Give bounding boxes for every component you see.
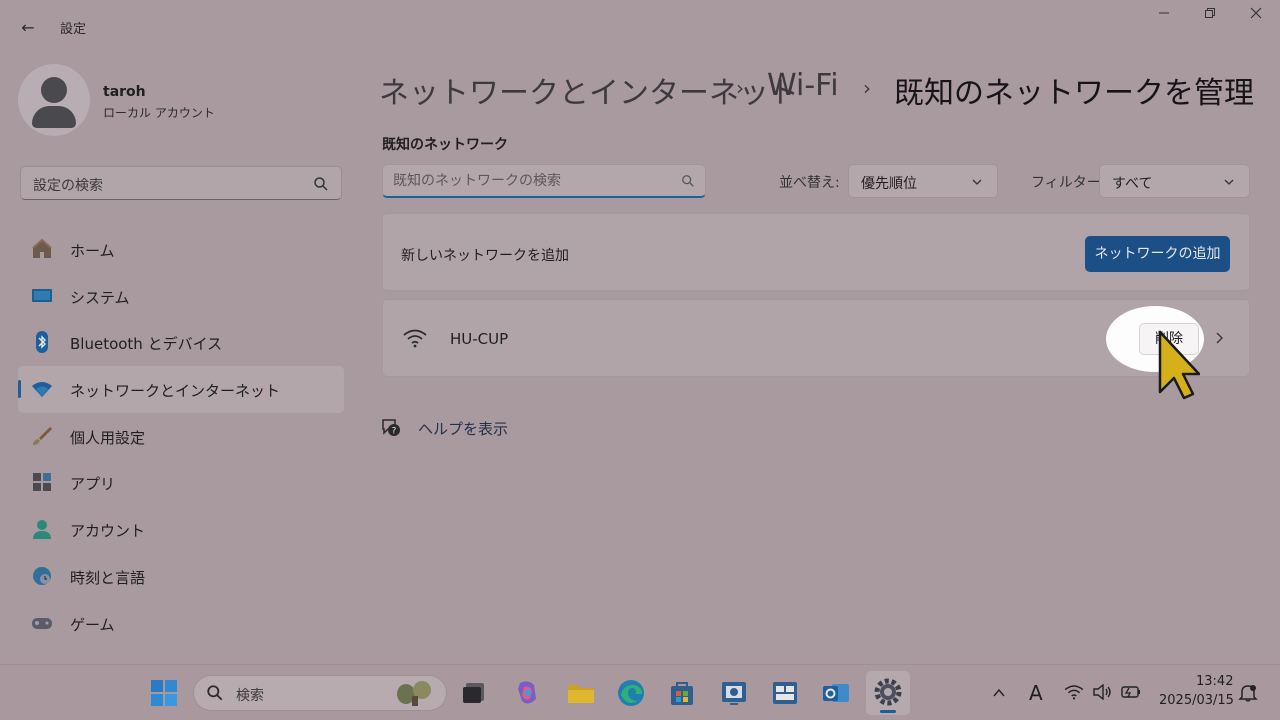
app-title: 設定	[60, 22, 87, 37]
sidebar-item-label: Bluetooth とデバイス	[70, 335, 223, 354]
filter-label: フィルター:	[1031, 175, 1106, 191]
chevron-up-icon[interactable]	[992, 687, 1006, 699]
add-network-text: 新しいネットワークを追加	[401, 248, 569, 264]
breadcrumb-item-wifi[interactable]: Wi-Fi	[767, 68, 839, 103]
sidebar-item-label: ネットワークとインターネット	[70, 382, 281, 401]
avatar-head	[41, 77, 67, 103]
help-text: ヘルプを表示	[418, 420, 509, 438]
sidebar-item-accounts[interactable]: アカウント	[18, 506, 344, 553]
sidebar-item-personalization[interactable]: 個人用設定	[18, 413, 344, 460]
chevron-down-icon	[972, 179, 982, 185]
brush-icon	[33, 426, 52, 445]
battery-icon[interactable]	[1120, 685, 1142, 699]
add-network-button[interactable]: ネットワークの追加	[1085, 236, 1230, 272]
sidebar-item-home[interactable]: ホーム	[18, 226, 344, 273]
search-icon	[207, 685, 223, 701]
settings-search-box[interactable]: 設定の検索	[20, 166, 342, 200]
wifi-icon	[32, 382, 52, 398]
breadcrumb-separator: ›	[736, 76, 744, 100]
close-button[interactable]	[1236, 6, 1276, 26]
avatar-body	[32, 106, 76, 128]
search-highlight-icon	[397, 681, 431, 706]
chevron-right-icon[interactable]	[1213, 331, 1225, 345]
account-icon	[33, 520, 51, 540]
sidebar-item-label: アプリ	[70, 475, 116, 494]
filter-value: すべて	[1112, 176, 1153, 192]
sort-value: 優先順位	[861, 176, 917, 192]
restore-button[interactable]	[1190, 6, 1230, 26]
sidebar-item-label: 個人用設定	[70, 428, 146, 447]
store-icon[interactable]	[666, 677, 698, 709]
sidebar-item-network[interactable]: ネットワークとインターネット	[18, 366, 344, 413]
bluetooth-icon	[36, 331, 48, 354]
app-icon-panel[interactable]	[769, 677, 801, 709]
task-view-icon[interactable]	[458, 677, 490, 709]
edge-icon[interactable]	[615, 677, 647, 709]
taskbar-search[interactable]: 検索	[193, 675, 447, 711]
section-label: 既知のネットワーク	[382, 137, 508, 153]
sidebar-item-label: システム	[70, 288, 130, 307]
minimize-button[interactable]	[1144, 6, 1184, 26]
globe-clock-icon	[33, 566, 51, 585]
sidebar-item-label: ホーム	[70, 242, 115, 260]
mouse-cursor-icon	[1158, 330, 1200, 400]
close-icon	[1250, 7, 1262, 19]
known-network-search[interactable]	[382, 164, 706, 198]
sidebar-item-system[interactable]: システム	[18, 273, 344, 320]
avatar[interactable]	[18, 64, 90, 136]
page-title: 既知のネットワークを管理	[894, 76, 1254, 111]
wifi-tray-icon[interactable]	[1064, 684, 1084, 700]
outlook-icon[interactable]	[820, 677, 852, 709]
search-icon	[682, 175, 694, 187]
gamepad-icon	[32, 617, 52, 629]
svg-text:?: ?	[392, 427, 397, 437]
start-icon[interactable]	[148, 677, 180, 709]
sidebar-item-bluetooth[interactable]: Bluetooth とデバイス	[18, 319, 344, 366]
chevron-down-icon	[1224, 179, 1234, 185]
sidebar-item-label: 時刻と言語	[70, 568, 146, 587]
sidebar-item-time-language[interactable]: 時刻と言語	[18, 553, 344, 600]
apps-icon	[33, 473, 51, 492]
volume-icon[interactable]	[1092, 684, 1112, 700]
add-network-card: 新しいネットワークを追加 ネットワークの追加	[382, 213, 1250, 291]
sidebar-item-apps[interactable]: アプリ	[18, 459, 344, 506]
copilot-icon[interactable]	[512, 677, 544, 709]
settings-search-placeholder: 設定の検索	[33, 178, 103, 194]
sidebar-item-gaming[interactable]: ゲーム	[18, 600, 344, 647]
filter-dropdown[interactable]: すべて	[1099, 164, 1250, 198]
restore-icon	[1205, 8, 1215, 18]
sort-label: 並べ替え:	[779, 175, 840, 191]
sidebar-item-label: アカウント	[70, 522, 146, 541]
home-icon	[32, 238, 52, 258]
taskbar-search-placeholder: 検索	[236, 688, 264, 704]
file-explorer-icon[interactable]	[565, 677, 597, 709]
clock-date[interactable]: 2025/03/15	[1159, 693, 1234, 708]
taskbar: 検索 A 13:42 2025/03/15	[0, 664, 1280, 720]
network-name: HU-CUP	[450, 330, 509, 348]
minimize-icon	[1159, 12, 1169, 14]
sidebar-nav: ホーム システム Bluetooth とデバイス ネットワークとインターネット …	[18, 226, 344, 646]
user-account-type: ローカル アカウント	[103, 106, 215, 120]
notification-bell-icon[interactable]	[1238, 683, 1258, 703]
app-icon-blue[interactable]	[718, 677, 750, 709]
taskbar-settings-button[interactable]	[866, 671, 910, 715]
settings-window: ← 設定 taroh ローカル アカウント 設定の検索 ホーム システム Blu…	[0, 0, 1280, 664]
system-icon	[32, 288, 52, 302]
back-button[interactable]: ←	[14, 14, 42, 42]
network-item[interactable]: HU-CUP 削除	[382, 299, 1250, 377]
sidebar-item-label: ゲーム	[70, 615, 115, 634]
title-bar: ← 設定	[0, 0, 1280, 48]
breadcrumb-separator: ›	[863, 76, 871, 100]
help-icon: ?	[382, 419, 400, 437]
user-name: taroh	[103, 84, 146, 100]
sort-dropdown[interactable]: 優先順位	[848, 164, 998, 198]
clock-time[interactable]: 13:42	[1196, 674, 1233, 689]
wifi-signal-icon	[403, 329, 427, 348]
settings-gear-icon	[874, 678, 902, 706]
search-icon	[314, 177, 328, 191]
known-network-search-input[interactable]	[393, 171, 673, 191]
ime-indicator[interactable]: A	[1029, 681, 1043, 705]
arrow-left-icon: ←	[21, 18, 35, 37]
